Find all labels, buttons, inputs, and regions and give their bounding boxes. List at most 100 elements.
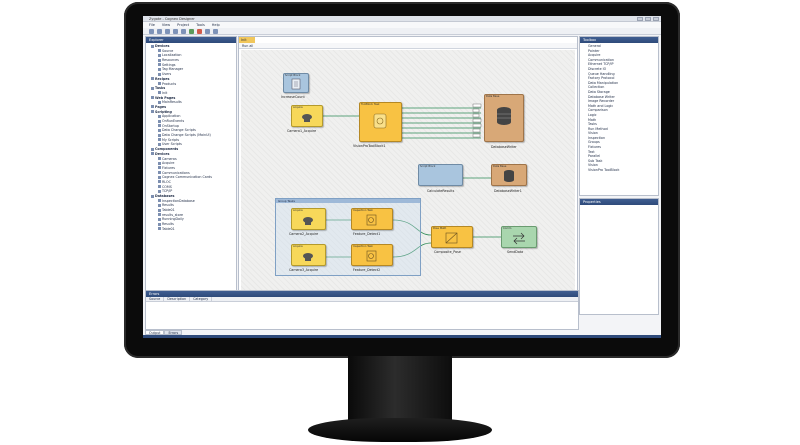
explorer-item-label: Databases <box>155 194 175 198</box>
explorer-item-label: Tag Manager <box>162 67 184 72</box>
label-send-data: SendData <box>507 250 524 254</box>
run-icon[interactable] <box>189 29 194 34</box>
column-category[interactable]: Category <box>190 297 213 301</box>
explorer-item[interactable]: Table01 <box>148 227 234 232</box>
explorer-panel: Explorer Devices Source Localization Resour… <box>145 36 237 315</box>
node-feature-detect2[interactable]: Inspection Task <box>351 244 393 266</box>
explorer-item-label: OnRunEvents <box>162 119 185 123</box>
tree-node-icon <box>158 58 161 62</box>
feature-icon <box>366 214 377 226</box>
tree-node-icon <box>158 185 161 189</box>
send-icon <box>513 232 525 245</box>
tree-node-icon <box>151 110 154 114</box>
camera-icon <box>303 217 313 225</box>
label-feature-detect2: Feature_Detect2 <box>353 268 381 272</box>
explorer-item-label: Table01 <box>162 226 175 231</box>
tree-node-icon <box>158 203 161 207</box>
deploy-icon[interactable] <box>205 29 210 34</box>
explorer-item-label: RLOC <box>162 179 171 184</box>
explorer-item-label: Resources <box>162 58 179 63</box>
toolbox-item[interactable]: VisionPro ToolBlock <box>582 168 656 173</box>
tree-node-icon <box>158 128 161 132</box>
script-icon <box>291 78 301 90</box>
stop-icon[interactable] <box>197 29 202 34</box>
maximize-button[interactable] <box>645 17 651 21</box>
node-visionpro-toolblock[interactable]: ToolBlock Task <box>359 102 402 142</box>
explorer-item-label: Fixtures <box>162 165 175 170</box>
new-icon[interactable] <box>149 29 154 34</box>
run-all-button[interactable]: Run all <box>242 44 253 48</box>
tree-node-icon <box>151 44 154 48</box>
tree-node-icon <box>151 152 154 156</box>
save-icon[interactable] <box>165 29 170 34</box>
tree-node-icon <box>158 100 161 104</box>
label-calculate-results: CalculateResults <box>427 189 455 193</box>
explorer-item-label: Acquire <box>162 161 175 166</box>
toolbox-panel: Toolbox General Pointer Acquire Communicati… <box>579 36 659 196</box>
tree-node-icon <box>158 91 161 95</box>
node-increase-count[interactable]: Script Block <box>283 73 309 93</box>
explorer-item-label: Pages <box>155 104 167 109</box>
node-camera3-acquire[interactable]: Acquire <box>291 244 326 266</box>
tree-node-icon <box>158 171 161 175</box>
tree-node-icon <box>158 133 161 137</box>
port-result <box>472 103 482 108</box>
explorer-item-label: Web Pages <box>155 95 176 100</box>
node-send-data[interactable]: Comm <box>501 226 537 248</box>
tree-node-icon <box>158 63 161 67</box>
close-button[interactable] <box>653 17 659 21</box>
node-database-writer1[interactable]: Data Base <box>491 164 527 186</box>
tree-node-icon <box>158 213 161 217</box>
designer-panel: Init Run all Script Block IncreaseCount … <box>238 36 578 309</box>
label-visionpro-toolblock: VisionProToolBlock1 <box>353 144 386 148</box>
column-source[interactable]: Source <box>146 297 165 301</box>
label-camera3-acquire: Camera3_Acquire <box>289 268 319 272</box>
properties-panel: Properties <box>579 198 659 315</box>
port-fail <box>472 133 481 138</box>
toolbox-tree: General Pointer Acquire Communication Ethern… <box>580 43 658 174</box>
explorer-item-label: Recipes <box>155 76 170 81</box>
node-composite-pose[interactable]: Pose Math <box>431 226 473 248</box>
column-description[interactable]: Description <box>164 297 191 301</box>
explorer-item-label: Results <box>162 203 174 208</box>
monitor-stand-base <box>308 418 492 442</box>
explorer-item-label: Components <box>155 147 179 152</box>
tree-node-icon <box>158 161 161 165</box>
node-camera1-acquire[interactable]: Acquire <box>291 105 323 127</box>
explorer-item-label: Table01 <box>162 208 175 213</box>
errors-columns: Source Description Category <box>146 297 578 302</box>
tree-node-icon <box>158 157 161 160</box>
label-database-writer1: DatabaseWriter1 <box>494 189 522 193</box>
explorer-item-label: Settings <box>162 62 176 67</box>
cut-icon[interactable] <box>173 29 178 34</box>
explorer-item-label: My Scripts <box>162 137 180 142</box>
tree-node-icon <box>158 227 161 231</box>
minimize-button[interactable] <box>637 17 643 21</box>
explorer-item-label: OnStartup <box>162 123 179 128</box>
tree-node-icon <box>151 194 154 198</box>
explorer-item-label: InspectionDatabase <box>162 198 195 203</box>
tree-node-icon <box>158 72 161 76</box>
tree-node-icon <box>151 86 154 90</box>
tree-node-icon <box>158 180 161 184</box>
explorer-item-label: RunningDaily <box>162 217 184 222</box>
node-camera2-acquire[interactable]: Acquire <box>291 208 326 230</box>
node-feature-detect1[interactable]: Inspection Task <box>351 208 393 230</box>
explorer-item-label: Users <box>162 72 172 77</box>
explorer-tree: Devices Source Localization Resources Settin… <box>146 43 236 233</box>
open-icon[interactable] <box>157 29 162 34</box>
node-database-writer[interactable]: Data Base <box>484 94 524 142</box>
tree-node-icon <box>158 166 161 170</box>
settings-icon[interactable] <box>213 29 218 34</box>
tree-node-icon <box>158 53 161 57</box>
database-icon <box>504 170 514 182</box>
explorer-item-label: Scripting <box>155 109 172 114</box>
node-calculate-results[interactable]: Script Block <box>418 164 463 186</box>
explorer-item-label: Results <box>162 222 174 227</box>
explorer-item-label: Devices <box>155 44 170 48</box>
tree-node-icon <box>151 77 154 81</box>
copy-icon[interactable] <box>181 29 186 34</box>
diagram-canvas[interactable]: Script Block IncreaseCount Acquire Camer… <box>241 50 575 298</box>
tree-node-icon <box>151 96 154 100</box>
main-toolbar <box>143 28 661 35</box>
